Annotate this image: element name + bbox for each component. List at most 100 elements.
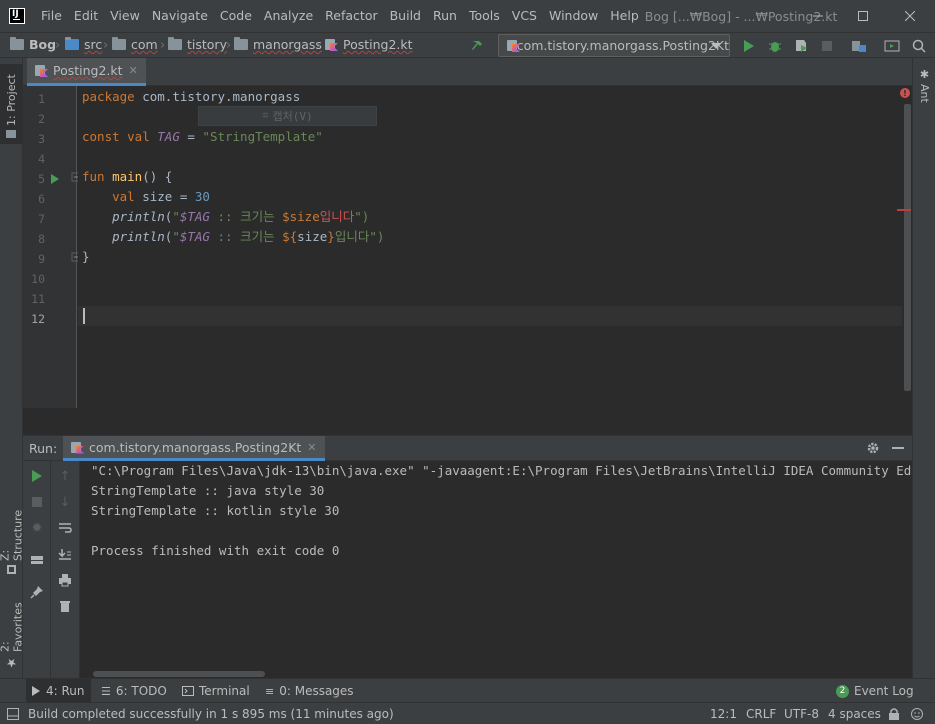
kotlin-run-icon bbox=[71, 441, 84, 454]
hide-panel-icon[interactable] bbox=[892, 447, 904, 449]
close-tab-icon[interactable]: ✕ bbox=[129, 64, 138, 77]
debug-attach-button[interactable]: ✹ bbox=[29, 520, 45, 536]
breadcrumb-bog[interactable]: Bog bbox=[10, 37, 56, 52]
tool-tab-run[interactable]: 4: Run bbox=[26, 679, 91, 703]
menu-run[interactable]: Run bbox=[427, 0, 463, 32]
code-line-7: println("$TAG :: 크기는 $size입니다") bbox=[112, 209, 370, 224]
search-everywhere-button[interactable] bbox=[911, 38, 927, 54]
minimize-button[interactable] bbox=[795, 0, 841, 32]
menu-bar: File Edit View Navigate Code Analyze Ref… bbox=[35, 0, 645, 32]
run-tab[interactable]: com.tistory.manorgass.Posting2Kt ✕ bbox=[63, 436, 325, 461]
breadcrumb-src[interactable]: src bbox=[65, 37, 102, 52]
menu-vcs[interactable]: VCS bbox=[506, 0, 543, 32]
ant-tool-tab[interactable]: ✱ Ant bbox=[913, 64, 935, 104]
stop-button[interactable] bbox=[819, 38, 835, 54]
breadcrumb-file[interactable]: Posting2.kt bbox=[325, 37, 413, 52]
close-icon bbox=[905, 11, 915, 21]
lock-icon[interactable] bbox=[888, 707, 900, 721]
navigation-bar: Bog › src › com › tistory › manorgass › … bbox=[0, 32, 935, 58]
soft-wrap-button[interactable] bbox=[57, 520, 73, 536]
tool-windows-icon[interactable] bbox=[7, 708, 19, 720]
editor-tab-posting2[interactable]: Posting2.kt ✕ bbox=[27, 58, 146, 86]
menu-refactor[interactable]: Refactor bbox=[319, 0, 383, 32]
project-structure-button[interactable] bbox=[851, 38, 867, 54]
star-icon: ★ bbox=[4, 656, 19, 670]
line-number: 4 bbox=[38, 152, 45, 166]
menu-edit[interactable]: Edit bbox=[68, 0, 104, 32]
title-bar: IJ File Edit View Navigate Code Analyze … bbox=[0, 0, 935, 32]
kotlin-run-config-icon bbox=[507, 39, 517, 52]
inspection-error-icon[interactable]: ! bbox=[900, 88, 910, 98]
build-hammer-icon[interactable] bbox=[470, 38, 486, 54]
messages-icon: ≡ bbox=[265, 684, 275, 698]
file-encoding[interactable]: UTF-8 bbox=[784, 707, 819, 721]
gear-icon[interactable] bbox=[866, 441, 880, 455]
pin-tab-button[interactable] bbox=[29, 584, 45, 600]
console-horizontal-scrollbar[interactable] bbox=[93, 671, 265, 677]
rerun-button[interactable] bbox=[29, 468, 45, 484]
code-line-5: fun main() { bbox=[82, 169, 173, 184]
menu-window[interactable]: Window bbox=[543, 0, 604, 32]
bug-icon bbox=[769, 42, 781, 52]
run-console-output[interactable]: "C:\Program Files\Java\jdk-13\bin\java.e… bbox=[81, 461, 912, 678]
layout-button[interactable] bbox=[29, 552, 45, 568]
tool-tab-terminal[interactable]: Terminal bbox=[176, 679, 256, 703]
arrow-up-icon: ↑ bbox=[59, 468, 71, 484]
error-stripe-marker[interactable] bbox=[897, 209, 911, 211]
menu-tools[interactable]: Tools bbox=[463, 0, 506, 32]
editor-scrollbar[interactable] bbox=[902, 86, 912, 408]
console-line: StringTemplate :: kotlin style 30 bbox=[91, 503, 340, 518]
presentation-mode-button[interactable] bbox=[884, 38, 900, 54]
stop-run-button[interactable] bbox=[29, 494, 45, 510]
inspector-face-icon[interactable] bbox=[910, 707, 924, 721]
capture-popup[interactable]: ⌗ 캡처(V) bbox=[198, 106, 377, 126]
ant-icon: ✱ bbox=[918, 68, 931, 81]
debug-button[interactable] bbox=[767, 38, 783, 54]
project-structure-icon bbox=[852, 41, 866, 52]
structure-icon bbox=[7, 565, 16, 574]
line-separator[interactable]: CRLF bbox=[746, 707, 776, 721]
breadcrumb-manorgass[interactable]: manorgass bbox=[234, 37, 322, 52]
menu-view[interactable]: View bbox=[104, 0, 146, 32]
structure-tool-tab[interactable]: Z: Structure bbox=[0, 494, 25, 580]
menu-file[interactable]: File bbox=[35, 0, 68, 32]
menu-build[interactable]: Build bbox=[384, 0, 427, 32]
close-tab-icon[interactable]: ✕ bbox=[307, 441, 316, 454]
terminal-icon bbox=[182, 686, 194, 696]
menu-help[interactable]: Help bbox=[604, 0, 645, 32]
breadcrumb-com[interactable]: com bbox=[112, 37, 158, 52]
bottom-tool-tabs: 4: Run ☰ 6: TODO Terminal ≡ 0: Messages … bbox=[0, 678, 935, 703]
breadcrumb-tistory[interactable]: tistory bbox=[168, 37, 227, 52]
scroll-down-button[interactable]: ↓ bbox=[57, 494, 73, 510]
menu-navigate[interactable]: Navigate bbox=[146, 0, 214, 32]
scroll-up-button[interactable]: ↑ bbox=[57, 468, 73, 484]
package-folder-icon bbox=[234, 37, 248, 50]
tool-tab-event-log[interactable]: 2 Event Log bbox=[830, 679, 920, 703]
code-editor[interactable]: package com.tistory.manorgass ⌗ 캡처(V) con… bbox=[78, 86, 902, 408]
tool-tab-messages[interactable]: ≡ 0: Messages bbox=[259, 679, 360, 703]
right-tool-strip: ✱ Ant bbox=[912, 58, 935, 678]
clear-all-button[interactable] bbox=[57, 598, 73, 614]
bug-icon: ✹ bbox=[31, 520, 43, 536]
intellij-logo-icon[interactable]: IJ bbox=[9, 8, 25, 24]
run-with-coverage-button[interactable] bbox=[793, 38, 809, 54]
line-number: 7 bbox=[38, 212, 45, 226]
menu-analyze[interactable]: Analyze bbox=[258, 0, 319, 32]
maximize-button[interactable] bbox=[840, 0, 886, 32]
run-button[interactable] bbox=[741, 38, 757, 54]
print-button[interactable] bbox=[57, 572, 73, 588]
run-configuration-selector[interactable]: com.tistory.manorgass.Posting2Kt bbox=[498, 34, 730, 57]
scroll-to-end-button[interactable] bbox=[57, 546, 73, 562]
project-tool-tab[interactable]: 1: Project bbox=[0, 64, 23, 144]
editor-bottom-area bbox=[23, 408, 912, 436]
status-message[interactable]: Build completed successfully in 1 s 895 … bbox=[28, 707, 394, 721]
play-icon bbox=[32, 686, 40, 696]
menu-code[interactable]: Code bbox=[214, 0, 258, 32]
tool-tab-todo[interactable]: ☰ 6: TODO bbox=[95, 679, 173, 703]
caret-position[interactable]: 12:1 bbox=[710, 707, 737, 721]
run-gutter-play-icon[interactable] bbox=[50, 173, 60, 185]
editor-scrollbar-thumb[interactable] bbox=[904, 104, 911, 391]
favorites-tool-tab[interactable]: ★ 2: Favorites bbox=[0, 588, 25, 676]
indent-setting[interactable]: 4 spaces bbox=[828, 707, 881, 721]
close-window-button[interactable] bbox=[887, 0, 933, 32]
